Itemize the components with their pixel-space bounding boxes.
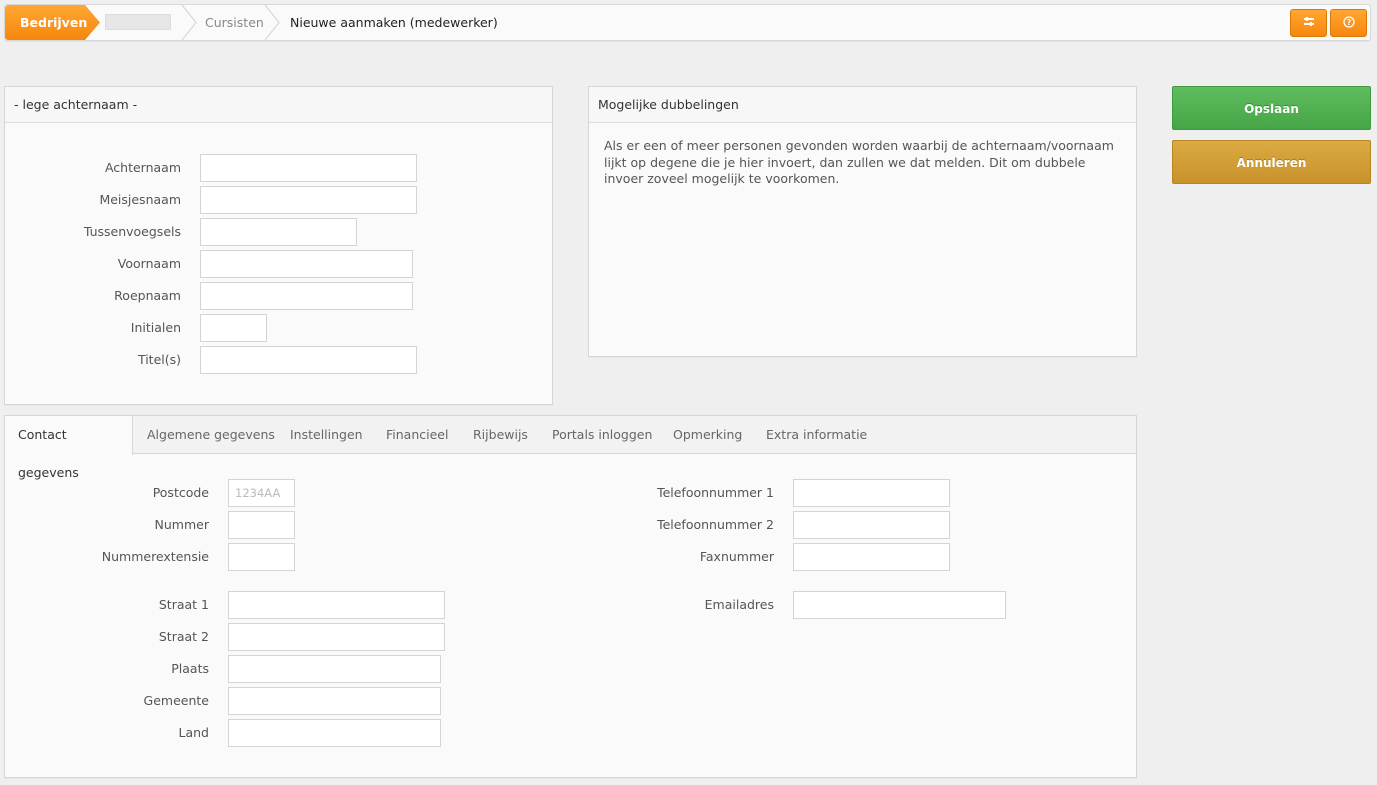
tussenvoegsels-input[interactable]: [200, 218, 357, 246]
tab-contact-gegevens[interactable]: Contact gegevens: [5, 416, 133, 480]
name-panel-title: - lege achternaam -: [5, 87, 552, 123]
nummerextensie-input[interactable]: [228, 543, 295, 571]
breadcrumb-company[interactable]: [105, 5, 173, 40]
label-gemeente: Gemeente: [143, 693, 209, 708]
save-button[interactable]: Opslaan: [1172, 86, 1371, 130]
label-titels: Titel(s): [137, 352, 181, 367]
sliders-icon: [1303, 17, 1314, 26]
help-button[interactable]: ?: [1330, 9, 1367, 37]
label-telefoonnummer-2: Telefoonnummer 2: [657, 517, 774, 532]
label-land: Land: [178, 725, 209, 740]
initialen-input[interactable]: [200, 314, 267, 342]
breadcrumb: Bedrijven Cursisten Nieuwe aanmaken (med…: [4, 4, 1371, 41]
tab-financieel[interactable]: Financieel: [373, 416, 461, 454]
cancel-button[interactable]: Annuleren: [1172, 140, 1371, 184]
duplicates-info-text: Als er een of meer personen gevonden wor…: [604, 138, 1114, 186]
achternaam-input[interactable]: [200, 154, 417, 182]
label-postcode: Postcode: [152, 485, 209, 500]
duplicates-panel: Mogelijke dubbelingen Als er een of meer…: [588, 86, 1137, 357]
svg-text:?: ?: [1346, 18, 1350, 27]
label-telefoonnummer-1: Telefoonnummer 1: [657, 485, 774, 500]
label-meisjesnaam: Meisjesnaam: [99, 192, 181, 207]
breadcrumb-cursisten[interactable]: Cursisten: [205, 5, 264, 40]
tab-instellingen[interactable]: Instellingen: [277, 416, 376, 454]
emailadres-input[interactable]: [793, 591, 1006, 619]
help-circle-icon: ?: [1342, 16, 1355, 28]
label-nummerextensie: Nummerextensie: [101, 549, 209, 564]
tab-algemene-gegevens[interactable]: Algemene gegevens: [134, 416, 288, 454]
breadcrumb-separator: [264, 5, 280, 40]
details-tabs-panel: Contact gegevens Algemene gegevens Inste…: [4, 415, 1137, 778]
tab-opmerking[interactable]: Opmerking: [660, 416, 755, 454]
label-faxnummer: Faxnummer: [699, 549, 774, 564]
telefoonnummer-2-input[interactable]: [793, 511, 950, 539]
label-initialen: Initialen: [130, 320, 181, 335]
meisjesnaam-input[interactable]: [200, 186, 417, 214]
label-plaats: Plaats: [171, 661, 209, 676]
postcode-input[interactable]: [228, 479, 295, 507]
nummer-input[interactable]: [228, 511, 295, 539]
tab-rijbewijs[interactable]: Rijbewijs: [460, 416, 541, 454]
tab-extra-informatie[interactable]: Extra informatie: [753, 416, 880, 454]
gemeente-input[interactable]: [228, 687, 441, 715]
breadcrumb-bedrijven[interactable]: Bedrijven: [5, 5, 100, 40]
tab-bar: Contact gegevens Algemene gegevens Inste…: [5, 416, 1136, 480]
roepnaam-input[interactable]: [200, 282, 413, 310]
label-voornaam: Voornaam: [117, 256, 181, 271]
telefoonnummer-1-input[interactable]: [793, 479, 950, 507]
breadcrumb-current: Nieuwe aanmaken (medewerker): [290, 15, 498, 30]
titels-input[interactable]: [200, 346, 417, 374]
label-nummer: Nummer: [154, 517, 209, 532]
straat-2-input[interactable]: [228, 623, 445, 651]
duplicates-panel-title: Mogelijke dubbelingen: [589, 87, 1136, 123]
land-input[interactable]: [228, 719, 441, 747]
label-straat-1: Straat 1: [158, 597, 209, 612]
name-panel: - lege achternaam - Achternaam Meisjesna…: [4, 86, 553, 405]
breadcrumb-separator: [181, 5, 197, 40]
voornaam-input[interactable]: [200, 250, 413, 278]
tab-portals-inloggen[interactable]: Portals inloggen: [539, 416, 665, 454]
label-emailadres: Emailadres: [704, 597, 774, 612]
plaats-input[interactable]: [228, 655, 441, 683]
label-tussenvoegsels: Tussenvoegsels: [83, 224, 181, 239]
label-straat-2: Straat 2: [158, 629, 209, 644]
label-roepnaam: Roepnaam: [114, 288, 181, 303]
label-achternaam: Achternaam: [104, 160, 181, 175]
settings-button[interactable]: [1290, 9, 1327, 37]
straat-1-input[interactable]: [228, 591, 445, 619]
faxnummer-input[interactable]: [793, 543, 950, 571]
redacted-company-name: [105, 14, 171, 30]
